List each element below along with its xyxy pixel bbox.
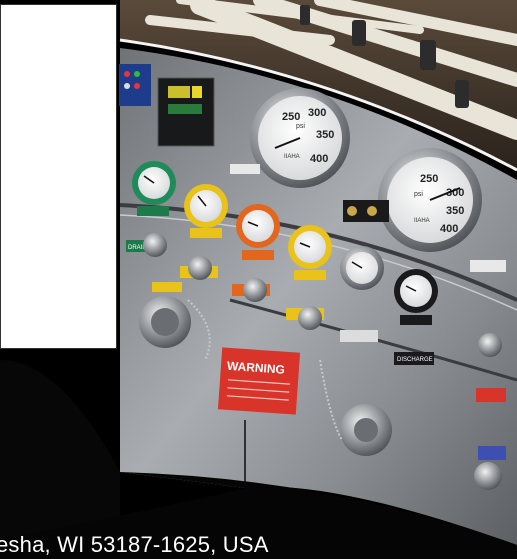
svg-text:400: 400 <box>440 223 458 235</box>
svg-text:IIAHA: IIAHA <box>414 218 430 224</box>
svg-text:250: 250 <box>420 173 438 185</box>
svg-text:350: 350 <box>446 205 464 217</box>
svg-text:400: 400 <box>310 153 328 165</box>
svg-text:300: 300 <box>308 107 326 119</box>
svg-text:psi: psi <box>414 191 423 198</box>
gauge-black <box>394 269 438 325</box>
svg-text:DISCHARGE: DISCHARGE <box>397 357 433 363</box>
blank-white-panel <box>0 4 117 349</box>
warning-sign: WARNING <box>217 347 301 415</box>
gauge-yellow-1 <box>184 184 228 238</box>
svg-text:psi: psi <box>296 123 305 130</box>
svg-text:350: 350 <box>316 129 334 141</box>
svg-text:250: 250 <box>282 111 300 123</box>
gauge-orange <box>236 204 280 260</box>
address-text: esha, WI 53187-1625, USA <box>0 532 269 557</box>
gauge-chrome <box>340 246 384 290</box>
photo-scene: 250 300 350 400 psi IIAHA 250 300 350 40… <box>0 0 517 559</box>
large-gauge-left: 250 300 350 400 psi IIAHA <box>250 88 350 188</box>
large-gauge-right: 250 300 350 400 psi IIAHA <box>378 148 482 252</box>
svg-text:IIAHA: IIAHA <box>284 154 300 160</box>
gauge-yellow-2 <box>288 225 332 280</box>
